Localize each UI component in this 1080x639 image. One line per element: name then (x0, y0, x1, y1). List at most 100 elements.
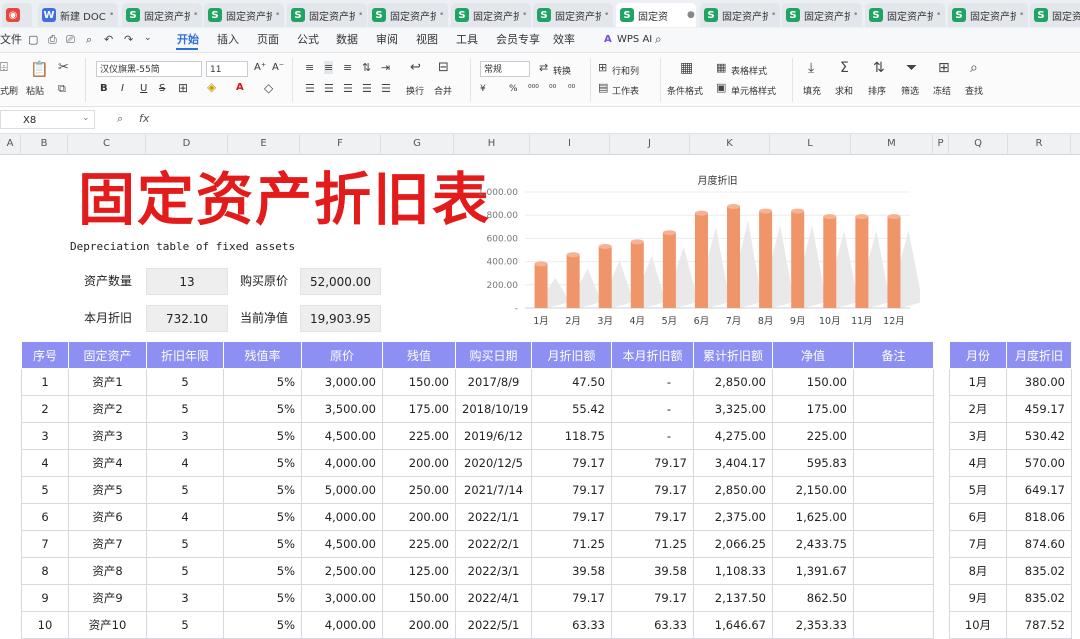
sum-label[interactable]: 求和 (835, 84, 853, 97)
table-cell[interactable]: 225.00 (382, 422, 456, 450)
table-cell[interactable]: 6月 (949, 503, 1007, 531)
menu-item-6[interactable]: 审阅 (376, 28, 398, 52)
table-cell[interactable]: - (611, 368, 694, 396)
table-cell[interactable]: 5% (223, 584, 302, 612)
font-name-select[interactable]: 汉仪旗黑-55简 (96, 61, 202, 77)
find-icon[interactable]: ⌕ (970, 60, 978, 76)
table-cell[interactable]: 5 (21, 476, 69, 504)
table-cell[interactable]: 9 (21, 584, 69, 612)
column-header-H[interactable]: H (454, 134, 530, 154)
table-cell[interactable]: 5 (146, 476, 224, 504)
table-cell[interactable]: 4 (21, 449, 69, 477)
percent-button[interactable]: % (509, 84, 518, 94)
table-cell[interactable]: 63.33 (611, 611, 694, 639)
table-cell[interactable]: 2018/10/19 (455, 395, 532, 423)
table-cell[interactable]: 5% (223, 422, 302, 450)
column-header[interactable]: 残值率 (223, 341, 302, 369)
format-painter-label[interactable]: 式刷 (0, 84, 18, 97)
tab-1[interactable]: ◉ (2, 3, 32, 27)
align-bottom-icon[interactable]: ≡ (343, 61, 352, 74)
tab-10[interactable]: S 固定资产折旧• (700, 3, 780, 27)
formula-input[interactable] (162, 111, 1080, 130)
table-cell[interactable] (853, 584, 934, 612)
table-cell[interactable]: 79.17 (531, 476, 612, 504)
wrap-text-label[interactable]: 换行 (406, 84, 424, 97)
close-icon[interactable]: • (1019, 10, 1024, 20)
menu-item-3[interactable]: 页面 (257, 28, 279, 52)
decrease-decimal-button[interactable]: ⁰⁰ (568, 84, 575, 94)
freeze-icon[interactable]: ⊞ (938, 60, 950, 76)
menu-item-2[interactable]: 插入 (217, 28, 239, 52)
close-icon[interactable]: • (358, 10, 363, 20)
column-header-R[interactable]: R (1008, 134, 1071, 154)
table-cell[interactable]: 2020/12/5 (455, 449, 532, 477)
table-cell[interactable]: 资产2 (68, 395, 147, 423)
table-cell[interactable]: 10 (21, 611, 69, 639)
table-cell[interactable]: 2,850.00 (693, 368, 773, 396)
column-header-L[interactable]: L (770, 134, 851, 154)
format-painter-icon[interactable]: ⌹ (0, 60, 8, 75)
table-cell[interactable]: 175.00 (382, 395, 456, 423)
table-cell[interactable]: 3,325.00 (693, 395, 773, 423)
table-cell[interactable]: 资产5 (68, 476, 147, 504)
conditional-format-icon[interactable]: ▦ (680, 60, 693, 76)
sort-label[interactable]: 排序 (868, 84, 886, 97)
table-cell[interactable]: 2022/2/1 (455, 530, 532, 558)
column-header-K[interactable]: K (690, 134, 770, 154)
table-cell[interactable]: 1,625.00 (772, 503, 854, 531)
table-cell[interactable]: 5,000.00 (301, 476, 383, 504)
table-cell[interactable]: 150.00 (382, 368, 456, 396)
table-cell[interactable]: 4,275.00 (693, 422, 773, 450)
table-cell[interactable]: 资产8 (68, 557, 147, 585)
table-cell[interactable]: 3,000.00 (301, 368, 383, 396)
tab-11[interactable]: S 固定资产折旧• (782, 3, 862, 27)
table-cell[interactable]: 3 (146, 584, 224, 612)
table-cell[interactable]: 200.00 (382, 503, 456, 531)
table-cell[interactable]: 649.17 (1006, 476, 1072, 504)
table-cell[interactable]: 1,646.67 (693, 611, 773, 639)
table-cell[interactable]: 3,000.00 (301, 584, 383, 612)
table-cell[interactable]: 8月 (949, 557, 1007, 585)
tab-7[interactable]: S 固定资产折 • (451, 3, 531, 27)
column-header[interactable]: 序号 (21, 341, 69, 369)
table-style-label[interactable]: 表格样式 (731, 64, 767, 77)
table-cell[interactable]: 7 (21, 530, 69, 558)
table-cell[interactable]: 835.02 (1006, 584, 1072, 612)
close-icon[interactable]: • (193, 10, 198, 20)
table-cell[interactable]: 3,500.00 (301, 395, 383, 423)
column-header[interactable]: 月份 (949, 341, 1007, 369)
table-cell[interactable]: 2,137.50 (693, 584, 773, 612)
table-cell[interactable]: 47.50 (531, 368, 612, 396)
table-style-icon[interactable]: ▦ (716, 61, 726, 74)
table-cell[interactable]: 150.00 (772, 368, 854, 396)
table-cell[interactable]: 63.33 (531, 611, 612, 639)
table-cell[interactable]: 1 (21, 368, 69, 396)
table-cell[interactable]: 79.17 (531, 503, 612, 531)
table-cell[interactable] (853, 422, 934, 450)
table-cell[interactable]: 71.25 (611, 530, 694, 558)
purchase-price-value[interactable]: 52,000.00 (300, 268, 381, 295)
table-cell[interactable]: 2,150.00 (772, 476, 854, 504)
table-cell[interactable] (853, 476, 934, 504)
column-header[interactable]: 月度折旧 (1006, 341, 1072, 369)
table-cell[interactable]: 530.42 (1006, 422, 1072, 450)
table-cell[interactable] (853, 611, 934, 639)
column-header-C[interactable]: C (68, 134, 146, 154)
column-header[interactable]: 固定资产 (68, 341, 147, 369)
table-cell[interactable]: 8 (21, 557, 69, 585)
table-cell[interactable]: 2,850.00 (693, 476, 773, 504)
print-preview-icon[interactable]: ⌕ (86, 33, 92, 47)
italic-button[interactable]: I (121, 83, 124, 94)
table-cell[interactable]: 79.17 (611, 584, 694, 612)
font-shrink-button[interactable]: A⁻ (272, 62, 284, 73)
table-cell[interactable]: 39.58 (531, 557, 612, 585)
filter-label[interactable]: 筛选 (901, 84, 919, 97)
column-header[interactable]: 原价 (301, 341, 383, 369)
table-cell[interactable]: 595.83 (772, 449, 854, 477)
table-cell[interactable]: 818.06 (1006, 503, 1072, 531)
table-cell[interactable]: 4 (146, 449, 224, 477)
function-icon[interactable]: fx (139, 112, 149, 125)
table-cell[interactable]: 资产7 (68, 530, 147, 558)
table-cell[interactable]: 10月 (949, 611, 1007, 639)
align-left-icon[interactable]: ☰ (305, 82, 315, 95)
